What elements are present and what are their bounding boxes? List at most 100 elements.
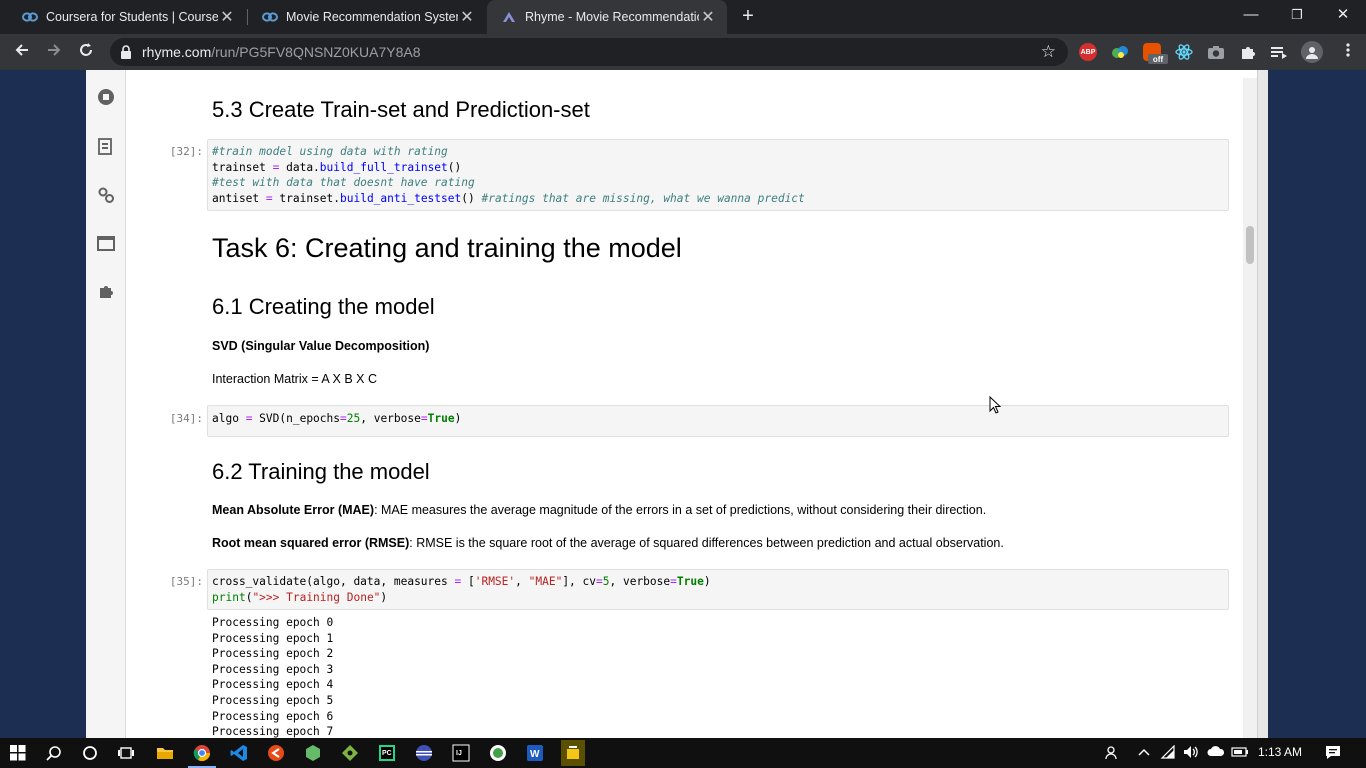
battery-icon[interactable] <box>1231 745 1249 760</box>
search-icon[interactable] <box>44 743 64 763</box>
url-path: /run/PG5FV8QNSNZ0KUA7Y8A8 <box>211 44 421 60</box>
restore-button[interactable]: ❐ <box>1274 0 1320 30</box>
forward-arrow-icon <box>48 44 61 56</box>
coursera-icon <box>262 9 278 25</box>
whatsapp-icon[interactable] <box>488 743 508 763</box>
heading-6-1: 6.1 Creating the model <box>212 294 435 319</box>
running-kernels-icon[interactable] <box>96 87 116 107</box>
notebook-scrollbar-thumb[interactable] <box>1246 226 1254 264</box>
browser-tab-bar: Coursera for Students | Coursera ✕ Movie… <box>0 0 1366 34</box>
output-line: Processing epoch 6 <box>212 709 334 723</box>
close-icon[interactable]: ✕ <box>458 7 476 27</box>
cell-35-output: Processing epoch 0 Processing epoch 1 Pr… <box>212 615 333 738</box>
interaction-matrix-text: Interaction Matrix = A X B X C <box>212 372 378 386</box>
output-line: Processing epoch 0 <box>212 616 334 629</box>
chrome-icon[interactable] <box>192 743 212 763</box>
notebook-scrollbar-track[interactable] <box>1243 78 1257 738</box>
code-line: #test with data that doesnt have rating <box>212 176 475 190</box>
extension-off-badge: off <box>1148 54 1168 64</box>
output-line: Processing epoch 5 <box>212 693 334 707</box>
adblock-extension-icon[interactable]: ABP <box>1079 43 1097 61</box>
code-line: print(">>> Training Done") <box>212 590 388 604</box>
windows-taskbar: PC IJ W 1:13 AM <box>0 738 1366 768</box>
output-line: Processing epoch 7 <box>212 725 334 738</box>
tab-title: Movie Recommendation System <box>286 10 458 24</box>
code-line: antiset = trainset.build_anti_testset() … <box>212 191 805 205</box>
address-bar[interactable]: rhyme.com/run/PG5FV8QNSNZ0KUA7Y8A8 ☆ <box>110 38 1068 66</box>
cell-prompt: [34]: <box>169 412 203 425</box>
rhyme-icon <box>501 9 517 25</box>
heading-6-2: 6.2 Training the model <box>212 459 430 484</box>
url-text: rhyme.com/run/PG5FV8QNSNZ0KUA7Y8A8 <box>142 44 421 60</box>
lock-icon <box>120 45 132 64</box>
volume-icon[interactable] <box>1182 745 1200 762</box>
bookmark-star-icon[interactable]: ☆ <box>1041 42 1056 62</box>
output-line: Processing epoch 3 <box>212 662 334 676</box>
file-browser-icon[interactable] <box>96 136 116 156</box>
chrome-menu-button[interactable] <box>1336 40 1360 64</box>
wifi-icon[interactable] <box>1159 744 1177 762</box>
rmse-description: Root mean squared error (RMSE): RMSE is … <box>212 536 1004 550</box>
close-icon[interactable]: ✕ <box>699 7 717 27</box>
output-line: Processing epoch 2 <box>212 647 334 661</box>
mouse-cursor-icon <box>989 395 1002 419</box>
output-line: Processing epoch 4 <box>212 678 334 692</box>
color-extension-icon[interactable] <box>1111 43 1129 61</box>
intellij-icon[interactable]: IJ <box>451 743 471 763</box>
cortana-icon[interactable] <box>80 743 100 763</box>
tab-rhyme[interactable]: Rhyme - Movie Recommendation ✕ <box>487 0 727 34</box>
code-cell-34[interactable]: algo = SVD(n_epochs=25, verbose=True) <box>207 405 1229 437</box>
svg-text:IJ: IJ <box>456 750 462 757</box>
mae-description: Mean Absolute Error (MAE): MAE measures … <box>212 503 987 517</box>
action-center-icon[interactable] <box>1324 744 1342 763</box>
pycharm-icon[interactable]: PC <box>377 743 397 763</box>
close-icon[interactable]: ✕ <box>218 7 236 27</box>
react-devtools-icon[interactable] <box>1175 43 1193 61</box>
svg-text:W: W <box>530 749 540 760</box>
ccleaner-icon[interactable] <box>266 743 286 763</box>
windows-start-icon[interactable] <box>8 743 28 763</box>
code-line: cross_validate(algo, data, measures = ['… <box>212 575 711 588</box>
forward-button[interactable] <box>42 40 66 64</box>
reload-icon <box>80 43 92 56</box>
close-window-button[interactable]: ✕ <box>1320 0 1366 30</box>
tab-coursera-students[interactable]: Coursera for Students | Coursera ✕ <box>8 0 246 34</box>
extension-manager-icon[interactable] <box>96 281 116 301</box>
code-cell-32[interactable]: #train model using data with rating trai… <box>207 139 1229 211</box>
git-kraken-icon[interactable] <box>340 743 360 763</box>
command-palette-icon[interactable] <box>96 185 116 205</box>
word-icon[interactable]: W <box>525 743 545 763</box>
new-tab-button[interactable]: + <box>737 5 759 29</box>
eclipse-icon[interactable] <box>414 743 434 763</box>
media-queue-icon[interactable] <box>1270 43 1288 61</box>
output-line: Processing epoch 1 <box>212 631 334 645</box>
code-line: trainset = data.build_full_trainset() <box>212 160 462 174</box>
extensions-puzzle-icon[interactable] <box>1239 43 1257 61</box>
cell-prompt: [32]: <box>169 145 203 158</box>
tabs-panel-icon[interactable] <box>96 233 116 253</box>
back-arrow-icon <box>15 44 28 56</box>
code-line: algo = SVD(n_epochs=25, verbose=True) <box>212 412 462 425</box>
taskbar-clock[interactable]: 1:13 AM <box>1258 745 1302 759</box>
tab-title: Coursera for Students | Coursera <box>46 10 218 24</box>
reload-button[interactable] <box>74 40 98 64</box>
snipping-tool-icon[interactable] <box>561 740 585 766</box>
minimize-button[interactable]: — <box>1228 0 1274 30</box>
nodejs-icon[interactable] <box>303 743 323 763</box>
tab-title: Rhyme - Movie Recommendation <box>525 10 699 24</box>
svd-label: SVD (Singular Value Decomposition) <box>212 339 430 353</box>
file-explorer-icon[interactable] <box>155 743 175 763</box>
profile-avatar[interactable] <box>1301 41 1323 63</box>
task-view-icon[interactable] <box>116 743 136 763</box>
svg-text:PC: PC <box>382 750 392 757</box>
code-line: #train model using data with rating <box>212 145 448 158</box>
cell-prompt: [35]: <box>169 575 203 588</box>
camera-icon[interactable] <box>1207 43 1225 61</box>
back-button[interactable] <box>10 40 34 64</box>
vscode-icon[interactable] <box>229 743 249 763</box>
onedrive-icon[interactable] <box>1207 745 1225 760</box>
people-icon[interactable] <box>1104 745 1122 764</box>
code-cell-35[interactable]: cross_validate(algo, data, measures = ['… <box>207 569 1229 610</box>
tab-movie-recommendation-system[interactable]: Movie Recommendation System ✕ <box>248 0 486 34</box>
chevron-up-icon[interactable] <box>1135 745 1153 760</box>
